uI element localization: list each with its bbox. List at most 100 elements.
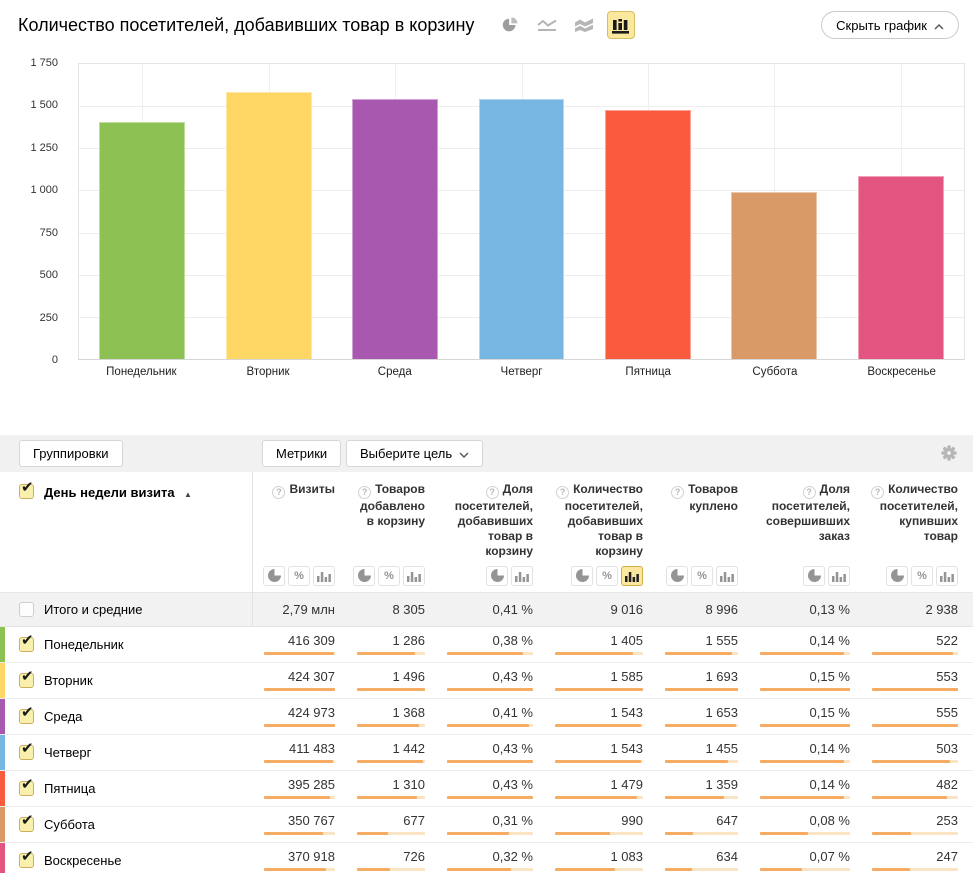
pie-toggle-icon[interactable]: [486, 566, 508, 586]
metric-header-2[interactable]: ?Товаров добавлено в корзину: [345, 472, 435, 559]
value-bar-fill: [872, 724, 958, 727]
value-bar-fill: [357, 652, 415, 655]
value-bar-track: [447, 832, 533, 835]
row-color-stripe: [0, 843, 5, 873]
pie-toggle-icon[interactable]: [666, 566, 688, 586]
value-bar-fill: [760, 832, 808, 835]
metric-header-6[interactable]: ?Доля посетителей, совершивших заказ: [748, 472, 860, 559]
percent-glyph: %: [917, 570, 927, 582]
value-bar-fill: [447, 760, 533, 763]
percent-toggle-icon[interactable]: %: [288, 566, 310, 586]
value-bar-track: [665, 760, 738, 763]
pie-toggle-icon[interactable]: [571, 566, 593, 586]
histogram-toggle-icon[interactable]: [716, 566, 738, 586]
gear-icon[interactable]: [941, 445, 957, 466]
day-label: Четверг: [44, 745, 91, 760]
value-bar-fill: [555, 688, 643, 691]
chart-bar-6[interactable]: [731, 192, 817, 359]
chart-bar-5[interactable]: [605, 110, 691, 359]
histogram-toggle-icon[interactable]: [936, 566, 958, 586]
day-row: ✔Суббота350 7676770,31 %9906470,08 %253: [0, 807, 973, 843]
day-checkbox[interactable]: ✔: [19, 781, 34, 796]
value-bar-fill: [447, 832, 509, 835]
metric-value: 677: [403, 814, 425, 828]
histogram-toggle-icon[interactable]: [511, 566, 533, 586]
metric-cell: 1 405: [543, 627, 653, 662]
help-icon: ?: [671, 486, 684, 499]
metric-cell: 1 585: [543, 663, 653, 698]
chart-bar-2[interactable]: [226, 92, 312, 359]
chart-header: Количество посетителей, добавивших товар…: [0, 0, 973, 50]
pie-toggle-icon[interactable]: [803, 566, 825, 586]
value-bar-track: [357, 832, 425, 835]
metric-cell: 253: [860, 807, 973, 842]
x-tick-label: Вторник: [205, 366, 332, 378]
metric-value: 1 083: [610, 850, 643, 864]
bar-chart: 1 7501 5001 2501 0007505002500 Понедельн…: [0, 50, 973, 390]
metric-value: 482: [936, 778, 958, 792]
value-bar-track: [760, 688, 850, 691]
day-label: Суббота: [44, 817, 95, 832]
bar-chart-icon[interactable]: [607, 11, 635, 39]
metric-cell: 1 479: [543, 771, 653, 806]
histogram-toggle-icon[interactable]: [313, 566, 335, 586]
totals-checkbox[interactable]: [19, 602, 34, 617]
value-bar-fill: [872, 760, 950, 763]
dimension-header-cell[interactable]: ✔ День недели визита ▲: [0, 472, 252, 559]
chart-bar-7[interactable]: [858, 176, 944, 359]
value-bar-track: [760, 796, 850, 799]
histogram-toggle-icon[interactable]: [828, 566, 850, 586]
metric-cell: 482: [860, 771, 973, 806]
chart-bar-3[interactable]: [352, 99, 438, 359]
metric-value: 1 543: [610, 706, 643, 720]
day-checkbox[interactable]: ✔: [19, 637, 34, 652]
metric-value: 1 368: [392, 706, 425, 720]
histogram-toggle-icon[interactable]: [621, 566, 643, 586]
hide-chart-button[interactable]: Скрыть график: [821, 11, 959, 39]
percent-toggle-icon[interactable]: %: [691, 566, 713, 586]
checkmark-icon: ✔: [21, 703, 34, 721]
day-checkbox[interactable]: ✔: [19, 673, 34, 688]
metric-header-7[interactable]: ?Количество посетителей, купивших товар: [860, 472, 973, 559]
day-checkbox[interactable]: ✔: [19, 745, 34, 760]
metric-header-3[interactable]: ?Доля посетителей, добавивших товар в ко…: [435, 472, 543, 559]
value-bar-fill: [760, 760, 844, 763]
pie-toggle-icon[interactable]: [263, 566, 285, 586]
help-icon: ?: [486, 486, 499, 499]
pie-toggle-icon[interactable]: [886, 566, 908, 586]
metric-header-4[interactable]: ?Количество посетителей, добавивших това…: [543, 472, 653, 559]
chart-bar-4[interactable]: [479, 99, 565, 359]
percent-toggle-icon[interactable]: %: [378, 566, 400, 586]
metric-toggles-7: %: [860, 559, 973, 592]
day-checkbox[interactable]: ✔: [19, 817, 34, 832]
y-tick-label: 250: [0, 312, 58, 324]
chart-bar-1[interactable]: [99, 122, 185, 359]
y-tick-label: 750: [0, 227, 58, 239]
value-bar-fill: [264, 652, 334, 655]
select-goal-button[interactable]: Выберите цель: [346, 440, 483, 467]
day-checkbox[interactable]: ✔: [19, 709, 34, 724]
row-color-stripe: [0, 663, 5, 698]
histogram-toggle-icon[interactable]: [403, 566, 425, 586]
value-bar-track: [665, 652, 738, 655]
line-chart-icon[interactable]: [533, 11, 561, 39]
day-checkbox[interactable]: ✔: [19, 853, 34, 868]
stacked-chart-icon[interactable]: [570, 11, 598, 39]
metric-header-5[interactable]: ?Товаров куплено: [653, 472, 748, 559]
metric-value: 0,14 %: [810, 778, 850, 792]
percent-toggle-icon[interactable]: %: [911, 566, 933, 586]
metric-value: 634: [716, 850, 738, 864]
total-value-3: 0,41 %: [435, 593, 543, 626]
total-value-1: 2,79 млн: [252, 593, 345, 626]
value-bar-fill: [665, 652, 732, 655]
groupings-button[interactable]: Группировки: [19, 440, 123, 467]
percent-toggle-icon[interactable]: %: [596, 566, 618, 586]
metric-value: 0,38 %: [493, 634, 533, 648]
pie-chart-icon[interactable]: [496, 11, 524, 39]
metrics-button[interactable]: Метрики: [262, 440, 341, 467]
dimension-checkbox[interactable]: ✔: [19, 484, 34, 499]
metric-header-1[interactable]: ?Визиты: [252, 472, 345, 559]
metric-cell: 1 543: [543, 699, 653, 734]
pie-toggle-icon[interactable]: [353, 566, 375, 586]
value-bar-track: [665, 832, 738, 835]
